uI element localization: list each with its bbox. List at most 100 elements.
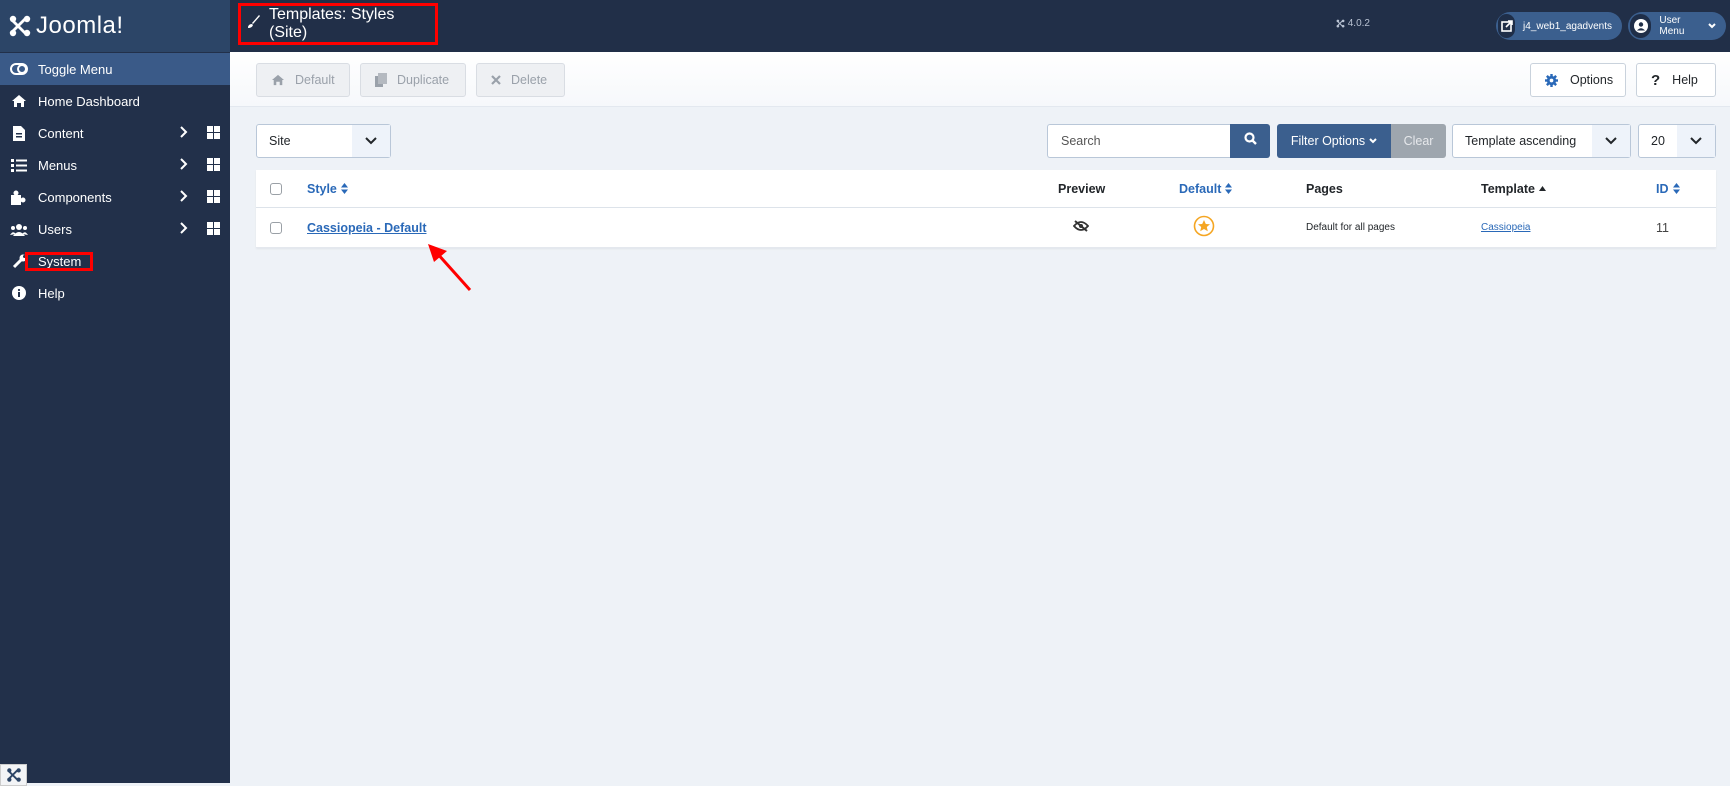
sidebar-item-label: Menus — [38, 157, 78, 173]
annotation-arrow-line — [434, 250, 472, 292]
puzzle-icon — [10, 188, 28, 206]
info-icon — [10, 284, 28, 302]
star-default-icon[interactable] — [1193, 215, 1215, 240]
default-button[interactable]: Default — [256, 63, 350, 97]
copy-icon — [375, 73, 387, 87]
joomla-logo-icon — [9, 15, 31, 37]
help-button-label: Help — [1672, 73, 1698, 87]
eye-slash-icon — [1072, 220, 1090, 235]
table-header: Style Preview Default Pages Template ID — [256, 170, 1716, 208]
annotation-arrow — [428, 244, 472, 292]
column-id[interactable]: ID — [1656, 170, 1680, 207]
styles-table: Style Preview Default Pages Template ID … — [256, 170, 1716, 248]
dashboard-grid-icon[interactable] — [207, 222, 220, 238]
column-style[interactable]: Style — [307, 170, 348, 207]
close-icon — [491, 75, 501, 85]
users-icon — [10, 220, 28, 238]
sidebar-item-components[interactable]: Components — [0, 181, 230, 213]
delete-button-label: Delete — [511, 73, 548, 87]
chevron-right-icon[interactable] — [180, 158, 188, 173]
page-title: Templates: Styles (Site) — [269, 6, 395, 41]
duplicate-button[interactable]: Duplicate — [360, 63, 466, 97]
column-default[interactable]: Default — [1179, 170, 1233, 207]
column-template-label: Template — [1481, 181, 1535, 196]
limit-select[interactable]: 20 — [1638, 124, 1716, 158]
column-id-label: ID — [1656, 181, 1669, 196]
site-link-button[interactable]: j4_web1_agadvents — [1496, 12, 1622, 40]
duplicate-button-label: Duplicate — [397, 73, 450, 87]
dashboard-grid-icon[interactable] — [207, 126, 220, 142]
sort-icon — [1225, 183, 1233, 194]
default-button-label: Default — [295, 73, 335, 87]
column-default-label: Default — [1179, 181, 1222, 196]
ordering-select-value: Template ascending — [1465, 134, 1577, 148]
sidebar-item-label: Help — [38, 285, 65, 301]
sort-icon — [1672, 183, 1680, 194]
filter-options-button[interactable]: Filter Options — [1277, 124, 1391, 158]
chevron-right-icon[interactable] — [180, 126, 188, 141]
chevron-right-icon[interactable] — [180, 190, 188, 205]
dashboard-grid-icon[interactable] — [207, 158, 220, 174]
question-icon: ? — [1651, 71, 1661, 89]
style-cell: Cassiopeia - Default — [307, 208, 426, 247]
home-icon — [271, 74, 285, 86]
preview-cell — [1072, 208, 1090, 247]
brand-name: Joomla! — [36, 12, 124, 39]
chevron-down-icon — [1369, 138, 1377, 144]
help-button[interactable]: ? Help — [1636, 63, 1716, 97]
pages-text: Default for all pages — [1306, 222, 1395, 233]
row-checkbox[interactable] — [270, 221, 282, 234]
dashboard-grid-icon[interactable] — [207, 190, 220, 206]
page-title-annotation: Templates: Styles (Site) — [238, 3, 438, 45]
default-cell — [1193, 208, 1215, 247]
client-select[interactable]: Site — [256, 124, 391, 158]
user-menu-button[interactable]: User Menu — [1628, 12, 1726, 40]
search-button[interactable] — [1230, 124, 1270, 158]
sidebar-item-home-dashboard[interactable]: Home Dashboard — [0, 85, 230, 117]
sort-icon — [340, 183, 348, 194]
limit-select-value: 20 — [1651, 134, 1665, 148]
gear-icon — [1545, 73, 1558, 87]
delete-button[interactable]: Delete — [476, 63, 565, 97]
search-icon — [1243, 132, 1257, 150]
toggle-icon — [10, 60, 28, 78]
search-input[interactable]: Search — [1047, 124, 1231, 158]
column-style-label: Style — [307, 181, 337, 196]
site-link-label: j4_web1_agadvents — [1523, 20, 1612, 32]
pages-cell: Default for all pages — [1306, 208, 1395, 247]
joomla-version-icon — [1336, 19, 1345, 28]
chevron-right-icon[interactable] — [180, 222, 188, 237]
options-button[interactable]: Options — [1530, 63, 1626, 97]
id-cell: 11 — [1656, 208, 1669, 247]
template-link[interactable]: Cassiopeia — [1481, 222, 1530, 233]
clear-button[interactable]: Clear — [1391, 124, 1446, 158]
style-link[interactable]: Cassiopeia - Default — [307, 221, 426, 235]
external-link-icon — [1498, 14, 1516, 38]
brand[interactable]: Joomla! — [0, 0, 230, 52]
column-pages-label: Pages — [1306, 181, 1343, 196]
column-template[interactable]: Template — [1481, 170, 1546, 207]
sidebar-item-menus[interactable]: Menus — [0, 149, 230, 181]
options-button-label: Options — [1570, 73, 1614, 87]
user-circle-icon — [1630, 14, 1652, 38]
chevron-down-icon — [352, 125, 390, 157]
toolbar: Default Duplicate Delete Options ? Help — [230, 52, 1730, 107]
user-menu-label: User Menu — [1659, 15, 1685, 37]
select-all-checkbox[interactable] — [270, 182, 282, 195]
sidebar-item-label: Users — [38, 221, 72, 237]
column-preview: Preview — [1058, 170, 1105, 207]
id-text: 11 — [1656, 220, 1669, 235]
sidebar-item-content[interactable]: Content — [0, 117, 230, 149]
sidebar-item-label: Home Dashboard — [38, 93, 140, 109]
sidebar-item-users[interactable]: Users — [0, 213, 230, 245]
home-icon — [10, 92, 28, 110]
sidebar-item-help[interactable]: Help — [0, 277, 230, 309]
sidebar-item-toggle-menu[interactable]: Toggle Menu — [0, 53, 230, 85]
ordering-select[interactable]: Template ascending — [1452, 124, 1631, 158]
sort-ascending-icon — [1538, 186, 1546, 191]
select-all-checkbox-cell — [270, 170, 282, 207]
sidebar-item-label: Toggle Menu — [38, 61, 113, 77]
clear-button-label: Clear — [1403, 134, 1434, 148]
brush-icon — [247, 14, 261, 34]
row-checkbox-cell — [270, 208, 282, 247]
